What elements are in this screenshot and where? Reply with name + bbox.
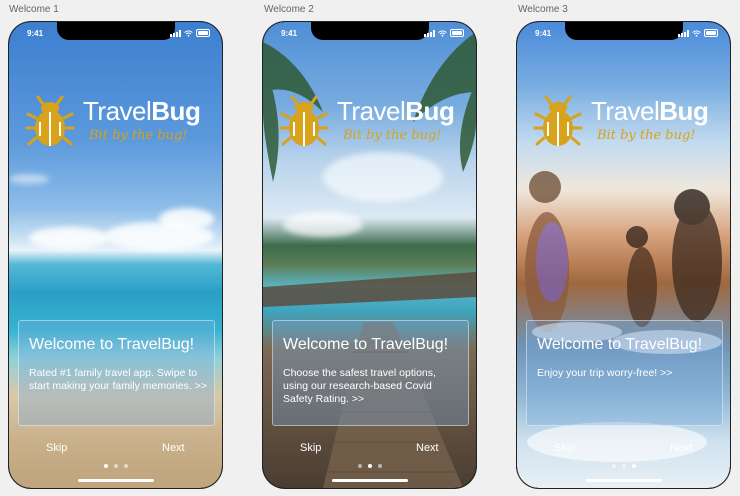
signal-icon xyxy=(678,29,689,37)
home-indicator[interactable] xyxy=(585,479,662,482)
bug-logo-icon xyxy=(25,95,75,146)
page-dot-2[interactable] xyxy=(367,464,372,468)
travelbug-logo: TravelBug Bit by the bug! xyxy=(279,94,469,154)
battery-icon xyxy=(450,29,464,37)
phone-welcome-2: 9:41 TravelBug Bit by the bug! Welcome t… xyxy=(263,22,476,488)
frame-label-welcome-2: Welcome 2 xyxy=(264,4,314,15)
welcome-body: Enjoy your trip worry-free! >> xyxy=(537,367,673,379)
page-dot-1[interactable] xyxy=(357,464,362,468)
home-indicator[interactable] xyxy=(77,479,154,482)
skip-button[interactable]: Skip xyxy=(300,442,321,454)
welcome-body: Rated #1 family travel app. Swipe to sta… xyxy=(29,367,207,392)
next-button[interactable]: Next xyxy=(670,442,693,454)
page-dot-2[interactable] xyxy=(621,464,626,468)
wifi-icon xyxy=(692,29,701,37)
status-time: 9:41 xyxy=(27,29,44,38)
status-time: 9:41 xyxy=(281,29,298,38)
welcome-title: Welcome to TravelBug! xyxy=(283,336,449,353)
phone-welcome-3: 9:41 TravelBug Bit by the bug! Welcome t… xyxy=(517,22,730,488)
skip-button[interactable]: Skip xyxy=(554,442,575,454)
wifi-icon xyxy=(438,29,447,37)
brand-name: TravelBug xyxy=(591,96,709,126)
welcome-title: Welcome to TravelBug! xyxy=(29,336,195,353)
status-icons xyxy=(678,29,718,37)
status-icons xyxy=(424,29,464,37)
notch xyxy=(56,22,175,40)
page-dot-1[interactable] xyxy=(103,464,108,468)
frame-label-welcome-1: Welcome 1 xyxy=(9,4,59,15)
skip-button[interactable]: Skip xyxy=(46,442,67,454)
bug-logo-icon xyxy=(279,95,329,146)
notch xyxy=(564,22,683,40)
tagline: Bit by the bug! xyxy=(89,128,188,143)
status-time: 9:41 xyxy=(535,29,552,38)
page-dot-3[interactable] xyxy=(377,464,382,468)
welcome-card: Welcome to TravelBug! Choose the safest … xyxy=(272,320,469,426)
brand-name: TravelBug xyxy=(83,96,201,126)
page-dot-2[interactable] xyxy=(113,464,118,468)
page-indicator[interactable] xyxy=(103,464,128,468)
brand-name: TravelBug xyxy=(337,96,455,126)
travelbug-logo: TravelBug Bit by the bug! xyxy=(25,94,215,154)
page-dot-3[interactable] xyxy=(631,464,636,468)
page-dot-1[interactable] xyxy=(611,464,616,468)
signal-icon xyxy=(170,29,181,37)
wifi-icon xyxy=(184,29,193,37)
page-dot-3[interactable] xyxy=(123,464,128,468)
battery-icon xyxy=(196,29,210,37)
status-icons xyxy=(170,29,210,37)
tagline: Bit by the bug! xyxy=(343,128,442,143)
welcome-title: Welcome to TravelBug! xyxy=(537,336,703,353)
welcome-card: Welcome to TravelBug! Enjoy your trip wo… xyxy=(526,320,723,426)
next-button[interactable]: Next xyxy=(416,442,439,454)
welcome-card: Welcome to TravelBug! Rated #1 family tr… xyxy=(18,320,215,426)
battery-icon xyxy=(704,29,718,37)
next-button[interactable]: Next xyxy=(162,442,185,454)
frame-label-welcome-3: Welcome 3 xyxy=(518,4,568,15)
page-indicator[interactable] xyxy=(611,464,636,468)
home-indicator[interactable] xyxy=(331,479,408,482)
travelbug-logo: TravelBug Bit by the bug! xyxy=(533,94,723,154)
signal-icon xyxy=(424,29,435,37)
tagline: Bit by the bug! xyxy=(597,128,696,143)
page-indicator[interactable] xyxy=(357,464,382,468)
bug-logo-icon xyxy=(533,95,583,146)
notch xyxy=(310,22,429,40)
phone-welcome-1: 9:41 TravelBug Bit by the bug! Welcome t… xyxy=(9,22,222,488)
welcome-body: Choose the safest travel options, using … xyxy=(283,367,436,405)
